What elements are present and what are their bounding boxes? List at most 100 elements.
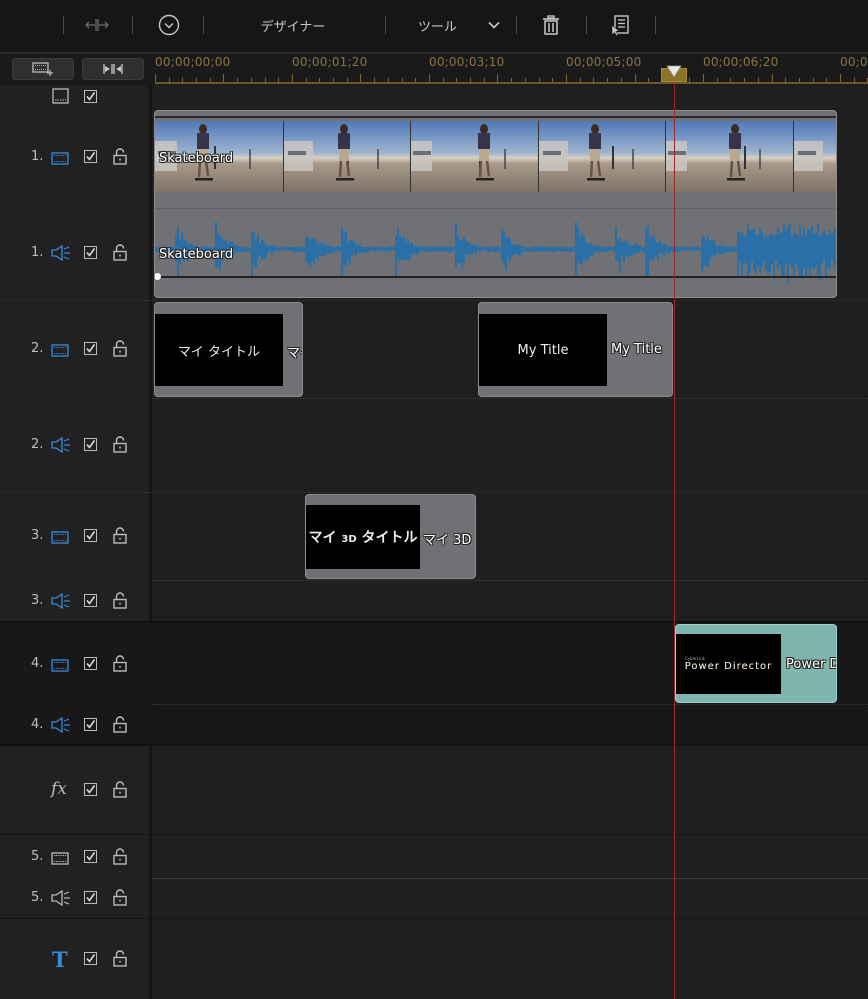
add-track-button[interactable] [12,58,74,80]
track-enable-checkbox[interactable] [84,718,97,731]
title-clip-my-title[interactable]: My Title My Title [478,302,673,397]
waveform-bar [309,240,311,267]
waveform-bar [595,245,597,252]
ruler-baseline [155,82,868,84]
waveform-bar [757,235,759,267]
waveform-bar [437,247,439,252]
ruler-major-tick [429,74,430,82]
track-enable-checkbox[interactable] [84,891,97,904]
track-number: 5. [31,849,44,864]
waveform-bar [657,242,659,261]
title-clip-3d-title[interactable]: マイ 3D タイトル マイ 3D [305,494,476,579]
delete-button[interactable] [540,12,562,38]
checkmark-icon [86,248,96,257]
waveform-bar [523,247,525,252]
waveform-bar [489,246,491,253]
waveform-bar [287,246,289,251]
waveform-bar [619,237,621,274]
panel-divider[interactable] [149,85,152,999]
track-enable-checkbox[interactable] [84,529,97,542]
waveform-bar [545,246,547,253]
timer-dropdown-button[interactable] [156,12,182,38]
ruler-major-tick [292,74,293,82]
waveform-bar [775,234,777,261]
volume-line[interactable] [157,276,836,278]
waveform-bar [687,247,689,251]
track-enable-checkbox[interactable] [84,90,97,103]
video-clip-power-director[interactable]: CyberLink Power Director Power D [675,624,837,703]
waveform-bar [357,245,359,252]
properties-button[interactable] [608,12,632,38]
video-clip-skateboard[interactable]: Skateboard Skateboard [154,110,837,298]
waveform-bar [679,247,681,253]
unlock-icon[interactable] [113,889,127,910]
tools-dropdown[interactable]: ツール [418,12,504,38]
unlock-icon[interactable] [113,950,127,971]
track-enable-checkbox[interactable] [84,438,97,451]
toolbar-separator [586,16,587,34]
waveform-bar [391,247,393,251]
unlock-icon[interactable] [113,781,127,802]
waveform-bar [249,247,251,253]
video-track-icon [51,657,69,676]
waveform-bar [585,241,587,262]
track-enable-checkbox[interactable] [84,594,97,607]
unlock-icon[interactable] [113,592,127,613]
waveform-bar [691,247,693,251]
checkmark-icon [86,596,96,605]
waveform-bar [563,246,565,251]
unlock-icon[interactable] [113,436,127,457]
waveform-bar [337,246,339,252]
unlock-icon[interactable] [113,655,127,676]
checkmark-icon [86,344,96,353]
waveform-bar [551,246,553,252]
waveform-bar [717,246,719,253]
waveform-bar [675,246,677,252]
timeline-ruler[interactable]: 00;00;00;00 00;00;01;20 00;00;03;10 00;0… [0,54,868,85]
waveform-bar [395,235,397,277]
waveform-bar [353,241,355,255]
track-enable-checkbox[interactable] [84,150,97,163]
unlock-icon[interactable] [113,716,127,737]
waveform-bar [521,246,523,253]
title-clip-my-title-jp[interactable]: マイ タイトル マイ [154,302,303,397]
track-enable-checkbox[interactable] [84,657,97,670]
waveform-bar [349,240,351,265]
track-enable-checkbox[interactable] [84,783,97,796]
playhead-marker-icon[interactable] [666,65,682,79]
waveform-bar [511,244,513,256]
waveform-bar [431,246,433,252]
chapter-marker-icon[interactable] [52,88,69,104]
fit-timeline-button[interactable] [82,58,144,80]
waveform-bar [387,246,389,252]
unlock-icon[interactable] [113,340,127,361]
waveform-bar [461,238,463,270]
track-enable-checkbox[interactable] [84,850,97,863]
volume-keyframe[interactable] [155,273,161,280]
unlock-icon[interactable] [113,848,127,869]
track-enable-checkbox[interactable] [84,342,97,355]
waveform-bar [273,245,275,252]
designer-button[interactable]: デザイナー [250,12,336,38]
waveform-bar [667,246,669,254]
unlock-icon[interactable] [113,527,127,548]
track-enable-checkbox[interactable] [84,952,97,965]
unlock-icon[interactable] [113,148,127,169]
unlock-icon[interactable] [113,244,127,265]
row-divider [152,704,868,705]
waveform-bar [347,242,349,260]
playhead-line[interactable] [674,82,675,999]
waveform-bar [593,246,595,254]
waveform-bar [375,246,377,252]
split-button[interactable] [82,12,112,38]
waveform-bar [247,246,249,252]
waveform-bar [423,246,425,252]
track-enable-checkbox[interactable] [84,246,97,259]
waveform-bar [603,247,605,253]
video-clip-label: Skateboard [159,151,234,166]
waveform-bar [645,228,647,278]
waveform-bar [591,244,593,256]
waveform-bar [399,234,401,262]
checkmark-icon [86,785,96,794]
frame-separator [793,121,794,192]
